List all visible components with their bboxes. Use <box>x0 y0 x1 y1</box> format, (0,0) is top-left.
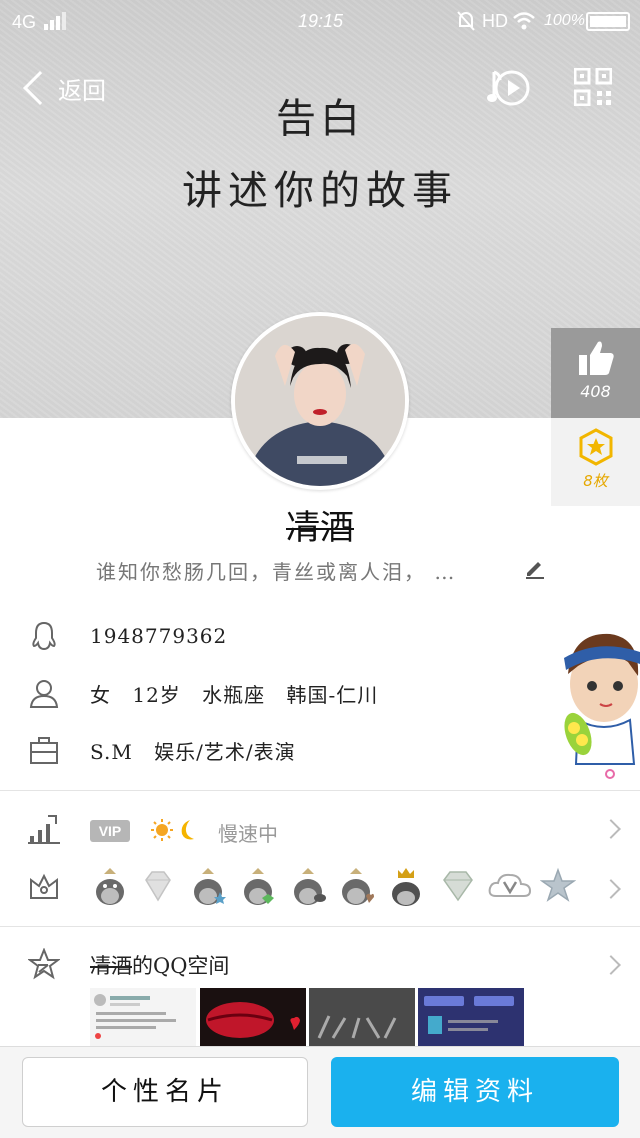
app-screenshot-thumbnail <box>418 988 524 1046</box>
edit-profile-button[interactable]: 编辑资料 <box>331 1057 619 1127</box>
penguin-heart-badge-icon <box>342 868 374 905</box>
medal-button[interactable]: 8枚 <box>551 418 640 506</box>
moon-icon <box>181 820 194 840</box>
crown-icon <box>30 873 58 899</box>
exit-sign-thumbnail <box>309 988 415 1046</box>
signature-text[interactable]: 谁知你愁肠几回，青丝或离人泪， … <box>96 556 456 585</box>
lips-photo-thumbnail <box>200 988 306 1046</box>
hd-label: HD <box>482 11 508 31</box>
penguin-green-badge-icon <box>244 868 274 905</box>
job-info: S.M 娱乐/艺术/表演 <box>90 739 296 764</box>
qq-number-row: 1948779362 <box>0 611 640 661</box>
cartoon-sticker <box>564 633 640 779</box>
pencil-icon[interactable] <box>524 557 546 579</box>
divider <box>0 790 640 791</box>
space-thumbnail[interactable] <box>418 988 524 1046</box>
personal-info-row: 女 12岁 水瓶座 韩国-仁川 <box>0 668 640 718</box>
vip-badge: VIP <box>90 820 130 842</box>
vip-status: 慢速中 <box>218 822 278 846</box>
network-label: 4G <box>12 12 37 32</box>
status-bar: 4G 19:15 HD 100% <box>0 0 640 44</box>
chevron-right-icon <box>601 819 621 839</box>
qq-space-suffix: 的QQ空间 <box>132 954 230 978</box>
qq-space-title: 凊酒的QQ空间 <box>90 950 229 980</box>
mute-bell-icon <box>457 11 475 31</box>
sun-icon <box>151 819 173 841</box>
chat-post-thumbnail <box>94 994 176 1039</box>
battery-percent: 100% <box>544 12 585 29</box>
profile-card-button[interactable]: 个性名片 <box>22 1057 308 1127</box>
avatar[interactable] <box>231 312 409 490</box>
battery-icon <box>586 12 630 31</box>
cover-title: 告白 <box>276 96 364 142</box>
qq-space-owner: 凊酒 <box>90 954 132 978</box>
level-chart-icon <box>28 815 60 844</box>
penguin-star-badge-icon <box>194 868 226 905</box>
person-icon <box>29 680 59 708</box>
qq-number: 1948779362 <box>90 624 228 648</box>
space-thumbnail[interactable] <box>90 988 196 1046</box>
briefcase-icon <box>30 737 58 764</box>
divider <box>0 926 640 927</box>
medal-count: 8枚 <box>583 472 608 490</box>
job-row: S.M 娱乐/艺术/表演 <box>0 725 640 775</box>
thumbs-up-icon <box>578 341 614 375</box>
diamond-green-badge-icon <box>443 871 473 902</box>
nickname-text: 凊酒 <box>286 508 354 548</box>
penguin-icon <box>32 621 56 651</box>
avatar-photo <box>235 316 405 486</box>
signal-icon <box>44 12 66 30</box>
penguin-crown-badge-icon <box>96 868 124 905</box>
chevron-right-icon <box>601 955 621 975</box>
chevron-right-icon <box>601 879 621 899</box>
like-count: 408 <box>580 382 611 401</box>
nickname: 凊酒 <box>0 500 640 549</box>
penguin-bird-badge-icon <box>294 868 326 905</box>
star-badge-icon <box>540 867 576 902</box>
penguin-gold-crown-badge-icon <box>392 868 420 906</box>
cloud-v-badge-icon <box>488 873 532 897</box>
diamond-badge-icon <box>145 871 171 902</box>
clock: 19:15 <box>298 11 344 31</box>
space-thumbnail[interactable] <box>309 988 415 1046</box>
space-thumbnail[interactable] <box>200 988 306 1046</box>
wifi-icon <box>513 12 535 30</box>
personal-info: 女 12岁 水瓶座 韩国-仁川 <box>90 682 379 707</box>
star-medal-icon <box>579 428 612 466</box>
cover-subtitle: 讲述你的故事 <box>182 168 458 214</box>
star-space-icon <box>28 948 60 980</box>
like-button[interactable]: 408 <box>551 328 640 418</box>
